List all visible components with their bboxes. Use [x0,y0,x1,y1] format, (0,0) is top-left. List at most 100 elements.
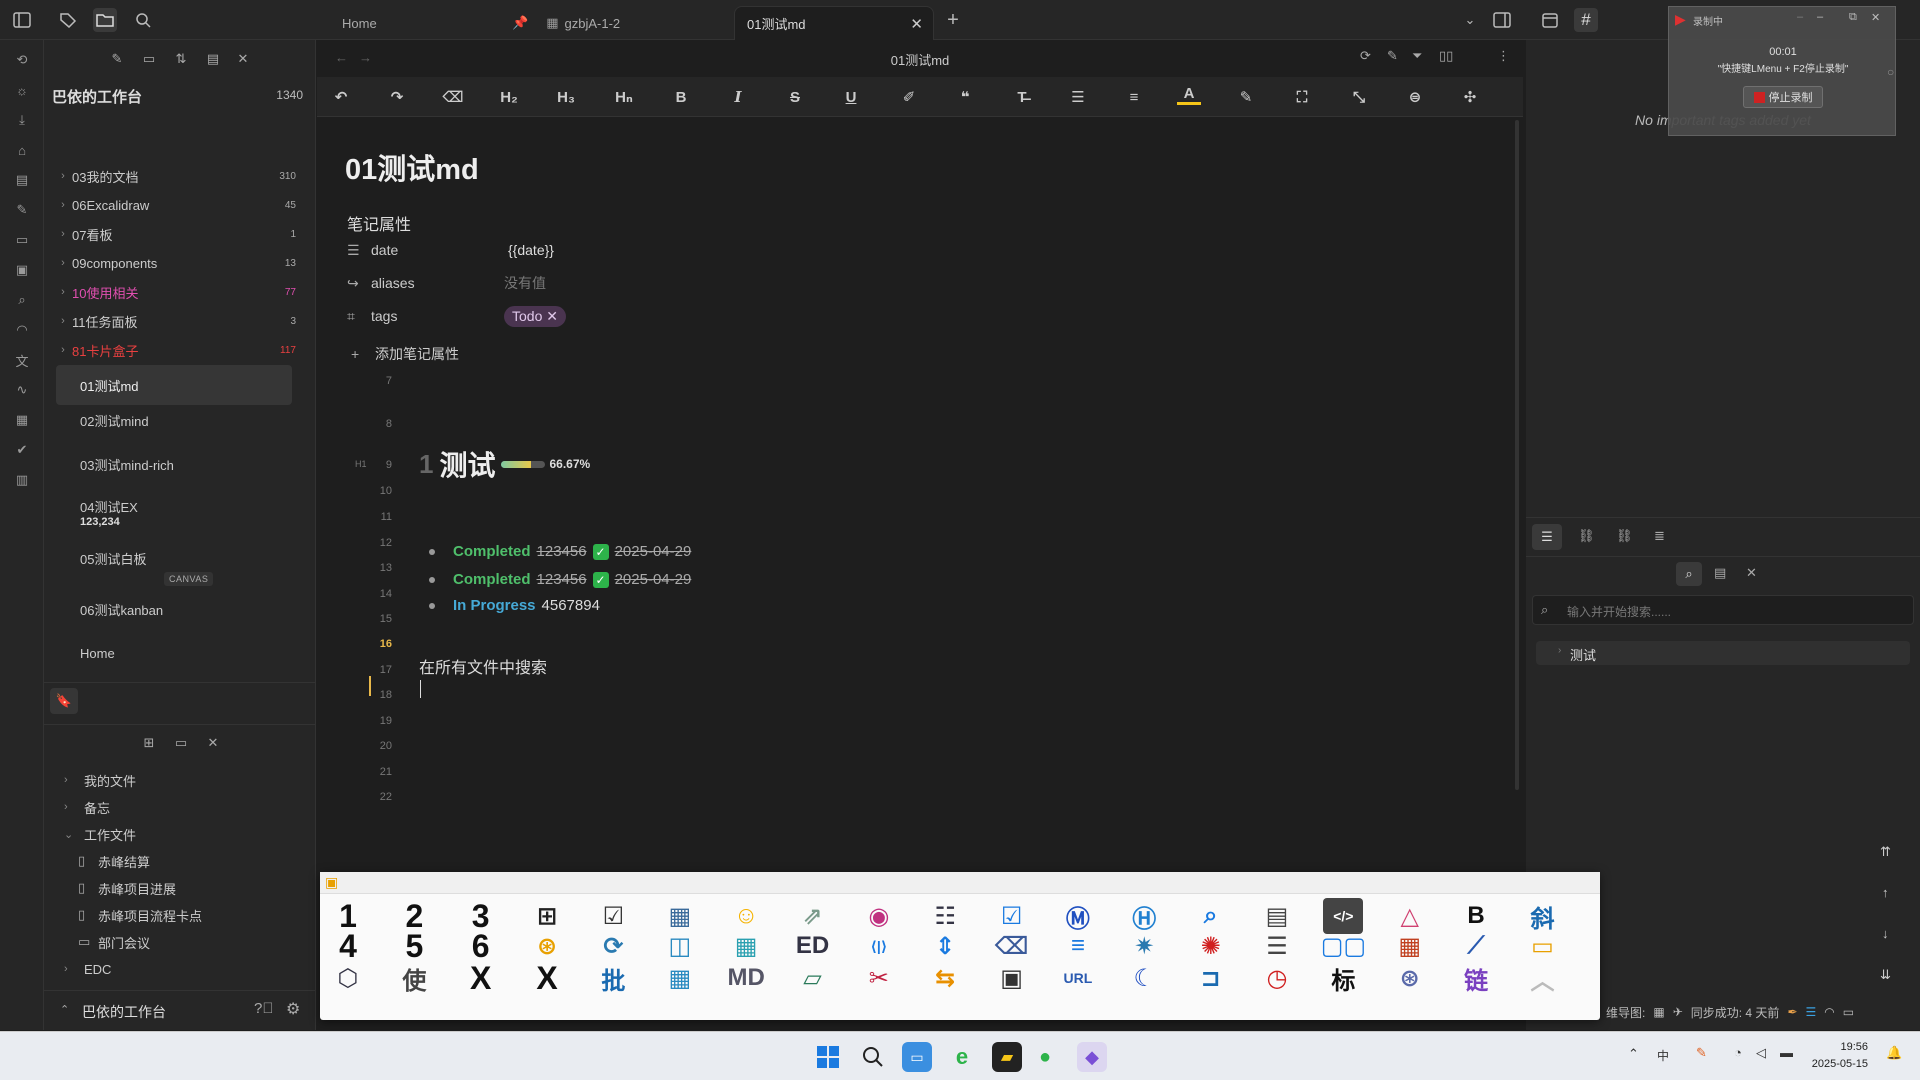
file-item[interactable]: 02测试mind [56,408,292,432]
search-icon[interactable]: ⌕ [1676,562,1702,586]
folder-icon[interactable] [93,8,117,32]
pinyin-icon[interactable]: ✎ [1696,1045,1707,1061]
fullscreen-icon[interactable]: ⛶ [1290,85,1314,109]
table-grid-icon[interactable]: ▦ [660,960,700,996]
scrollbar[interactable] [1515,120,1519,790]
property-date-value[interactable]: {{date}} [508,238,554,262]
folder-item[interactable]: › 03我的文档 310 [54,164,304,188]
h2-icon[interactable]: H₂ [497,85,521,109]
font-color-icon[interactable]: A [1177,85,1201,105]
notification-icon[interactable]: 🔔 [1886,1045,1902,1061]
layout-icon[interactable]: ▤ [10,168,34,192]
align-icon[interactable]: ≡ [1122,85,1146,109]
list-icon[interactable]: ☰ [1806,1005,1817,1019]
number-4-icon[interactable]: 4 [328,928,368,964]
volume-icon[interactable]: ◁ [1756,1045,1766,1061]
align-lines-icon[interactable]: ☰ [1257,928,1297,964]
bookmark-item[interactable]: ⌄ 工作文件 [64,822,136,846]
filter-icon[interactable]: ⏷ [1412,48,1422,64]
chain-icon[interactable]: 链 [1456,960,1496,996]
swap-icon[interactable]: ⇆ [925,960,965,996]
eraser-icon[interactable]: ⌫ [992,928,1032,964]
translate-icon[interactable]: 文 [10,348,34,372]
split-icon[interactable]: ⟨|⟩ [859,928,899,964]
search-icon[interactable] [858,1042,888,1072]
right-sidebar-toggle-icon[interactable] [1490,8,1514,32]
check-badge-icon[interactable]: ✔ [10,438,34,462]
cut-line-icon[interactable]: ✂ [859,960,899,996]
quote-icon[interactable]: ❝ [953,85,977,109]
chart-icon[interactable]: ▱ [793,960,833,996]
property-tags-value[interactable]: Todo ✕ [504,304,566,328]
battery-icon[interactable]: ▬ [1780,1045,1793,1060]
file-item[interactable]: Home [56,641,292,665]
bold-icon[interactable]: B [669,85,693,109]
scroll-bottom-icon[interactable]: ⇊ [1880,967,1891,983]
bell-icon[interactable]: ◠ [10,318,34,342]
folder-open-icon[interactable]: ▭ [1522,928,1562,964]
network-icon[interactable]: ✷ [1124,928,1164,964]
scroll-top-icon[interactable]: ⇈ [1880,844,1891,860]
minimize-icon[interactable]: – [1797,11,1803,23]
mindmap-status[interactable]: 维导图: [1606,1004,1645,1021]
start-menu-icon[interactable] [813,1042,843,1072]
file-item[interactable]: 01测试md [56,365,292,405]
redo-icon[interactable]: ↷ [385,85,409,109]
sticky-notes-app-icon[interactable]: ▰ [992,1042,1022,1072]
close-icon[interactable]: ✕ [910,15,923,33]
sort-icon[interactable]: ⇅ [170,48,192,70]
backlinks-icon[interactable]: ⛓ [1616,528,1633,544]
bookmark-item[interactable]: › 备忘 [64,795,110,819]
expand-icon[interactable]: ✣ [1458,85,1482,109]
activity-icon[interactable]: ∿ [10,378,34,402]
rocket-icon[interactable]: ✈ [1673,1005,1683,1019]
highlighter-icon[interactable]: ✐ [897,85,921,109]
list-icon[interactable]: ☰ [1066,85,1090,109]
strikethrough-icon[interactable]: S [783,85,807,109]
code-block-icon[interactable]: ▢▢ [1321,928,1366,964]
new-note-icon[interactable]: ✎ [106,48,128,70]
stamp-icon[interactable]: ⊜ [1403,85,1427,109]
calendar-icon[interactable] [1538,8,1562,32]
terminal-icon[interactable]: ▣ [992,960,1032,996]
bell-icon[interactable]: ◠ [1824,1005,1834,1019]
shrink-icon[interactable]: ⤡ [1347,85,1371,109]
download-icon[interactable]: ⤓ [10,108,34,132]
refresh-icon[interactable]: ⟳ [1360,48,1371,64]
remove-tag-icon[interactable]: ✕ [546,308,558,324]
folder-item[interactable]: › 81卡片盒子 117 [54,338,304,362]
search-icon[interactable]: ⌕ [10,288,34,312]
settings-icon[interactable]: ⚙ [286,999,300,1019]
bookmark-item[interactable]: › 我的文件 [64,768,136,792]
superscript-x-icon[interactable]: X [527,960,567,996]
scroll-up-icon[interactable]: ↑ [1882,885,1889,900]
property-aliases-value[interactable]: 没有值 [504,271,546,295]
chevron-down-icon[interactable]: ⌄ [1458,8,1482,32]
chevron-up-icon[interactable]: ︿ [1522,960,1562,996]
search-input[interactable]: ⌕ 输入并开始搜索...... [1532,595,1914,625]
search-icon[interactable] [131,8,155,32]
new-tab-icon[interactable]: + [941,8,965,32]
folder-item[interactable]: › 09components 13 [54,251,304,275]
grid-icon[interactable]: ▦ [1653,1005,1664,1019]
refresh-doc-icon[interactable]: ⟳ [593,928,633,964]
folder-item[interactable]: › 10使用相关 77 [54,280,304,304]
reading-mode-icon[interactable]: ▯▯ [1439,48,1453,64]
tag-pill[interactable]: Todo ✕ [504,305,566,327]
collapse-all-icon[interactable]: ✕ [232,48,254,70]
bookmark-tab-icon[interactable]: 🔖 [50,688,78,714]
tab-active-note[interactable]: 01测试md ✕ [734,6,934,40]
tab-home[interactable]: Home [330,6,500,40]
checkbox-checked-icon[interactable]: ✓ [592,543,609,560]
pen-icon[interactable]: ✎ [10,198,34,222]
obsidian-app-icon[interactable]: ◆ [1077,1042,1107,1072]
stop-recording-button[interactable]: 停止录制 [1743,86,1823,108]
calendar-board-icon[interactable]: ▦ [1390,928,1430,964]
home-icon[interactable]: ⌂ [10,138,34,162]
expand-vertical-icon[interactable]: ⇕ [925,928,965,964]
more-options-icon[interactable]: ⋮ [1497,48,1510,64]
close-icon[interactable]: ✕ [1871,11,1880,24]
sync-status[interactable]: 同步成功: 4 天前 [1691,1004,1780,1021]
new-folder-icon[interactable]: ▭ [138,48,160,70]
folder-item[interactable]: › 11任务面板 3 [54,309,304,333]
